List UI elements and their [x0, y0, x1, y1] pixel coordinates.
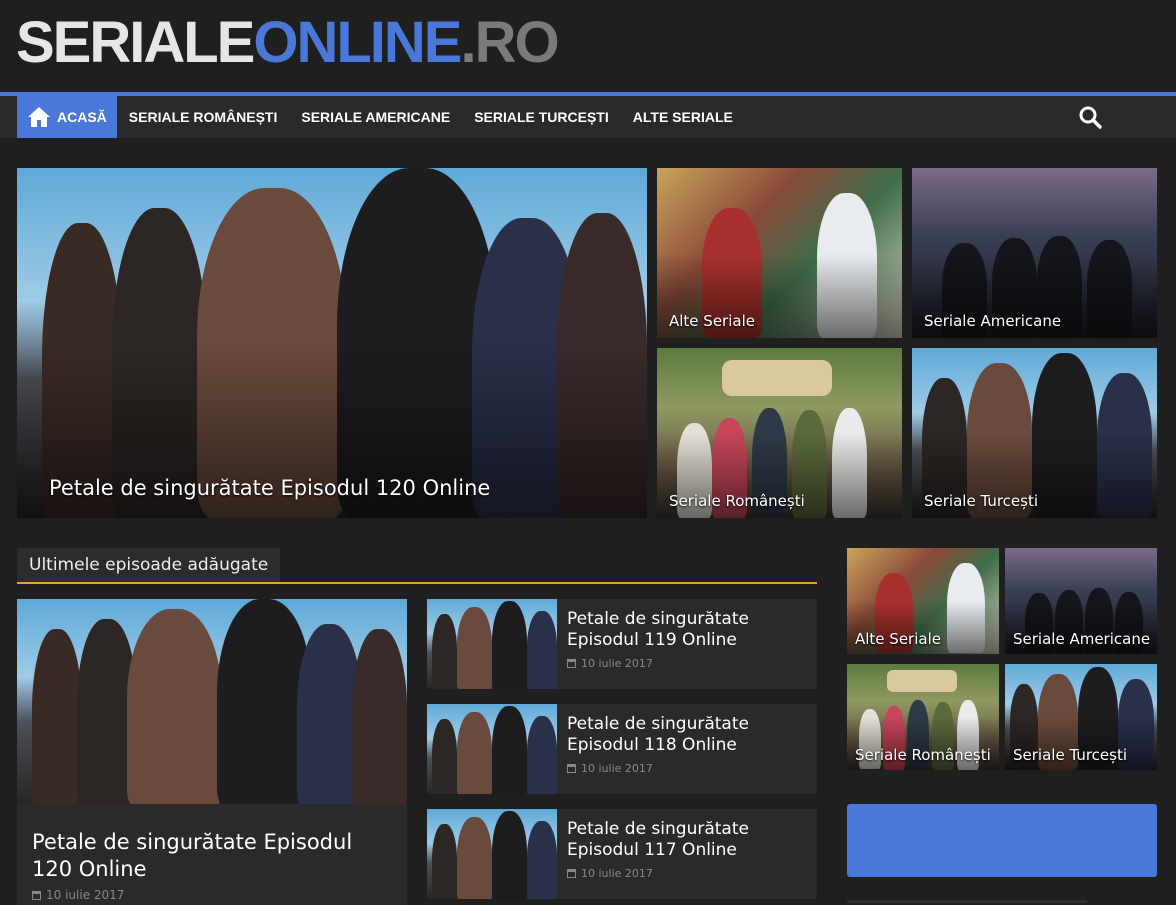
featured-tile-label: Seriale Turcești	[924, 492, 1039, 510]
calendar-icon	[567, 659, 576, 668]
featured-tile-turkish[interactable]: Seriale Turcești	[912, 348, 1157, 518]
sign	[722, 360, 832, 396]
calendar-icon	[32, 891, 41, 900]
sidebar-tile-other[interactable]: Alte Seriale	[847, 548, 999, 654]
sidebar-tile-label: Seriale Americane	[1013, 630, 1151, 648]
nav-item-romanian[interactable]: SERIALE ROMÂNEȘTI	[117, 96, 290, 138]
latest-item-thumb[interactable]	[427, 599, 557, 689]
main-nav: ACASĂ SERIALE ROMÂNEȘTI SERIALE AMERICAN…	[0, 92, 1176, 138]
latest-list-item[interactable]: Petale de singurătate Episodul 117 Onlin…	[427, 809, 817, 899]
featured-tile-label: Seriale Americane	[924, 312, 1062, 330]
nav-item-american[interactable]: SERIALE AMERICANE	[289, 96, 462, 138]
nav-item-home[interactable]: ACASĂ	[17, 96, 117, 138]
nav-item-turkish[interactable]: SERIALE TURCEȘTI	[462, 96, 621, 138]
sidebar-tile-turkish[interactable]: Seriale Turcești	[1005, 664, 1157, 770]
latest-item-date: 10 iulie 2017	[567, 657, 653, 670]
latest-item-title[interactable]: Petale de singurătate Episodul 117 Onlin…	[567, 819, 812, 861]
site-header: SERIALEONLINE.RO	[0, 0, 1176, 92]
latest-big-date: 10 iulie 2017	[32, 888, 124, 902]
sidebar-tile-american[interactable]: Seriale Americane	[1005, 548, 1157, 654]
site-logo[interactable]: SERIALEONLINE.RO	[16, 10, 560, 75]
featured-tile-label: Alte Seriale	[669, 312, 755, 330]
section-title-text: Ultimele episoade adăugate	[17, 548, 281, 582]
latest-item-date: 10 iulie 2017	[567, 867, 653, 880]
search-icon[interactable]	[1078, 105, 1102, 129]
featured-tile-romanian[interactable]: Seriale Românești	[657, 348, 902, 518]
nav-item-other[interactable]: ALTE SERIALE	[621, 96, 745, 138]
logo-part-2: ONLINE	[253, 10, 462, 75]
featured-tile-american[interactable]: Seriale Americane	[912, 168, 1157, 338]
logo-part-3: .RO	[460, 10, 560, 75]
latest-big-card[interactable]: Petale de singurătate Episodul 120 Onlin…	[17, 599, 407, 905]
latest-item-date: 10 iulie 2017	[567, 762, 653, 775]
sidebar-divider	[847, 900, 1087, 903]
calendar-icon	[567, 764, 576, 773]
featured-tile-label: Seriale Românești	[669, 492, 805, 510]
section-title: Ultimele episoade adăugate	[17, 548, 817, 584]
latest-item-title[interactable]: Petale de singurătate Episodul 119 Onlin…	[567, 609, 812, 651]
logo-part-1: SERIALE	[16, 10, 255, 75]
nav-home-label: ACASĂ	[57, 109, 107, 125]
latest-item-thumb[interactable]	[427, 704, 557, 794]
featured-main-title: Petale de singurătate Episodul 120 Onlin…	[49, 476, 491, 500]
latest-list-item[interactable]: Petale de singurătate Episodul 119 Onlin…	[427, 599, 817, 689]
latest-item-thumb[interactable]	[427, 809, 557, 899]
latest-item-title[interactable]: Petale de singurătate Episodul 118 Onlin…	[567, 714, 812, 756]
featured-main-tile[interactable]: Petale de singurătate Episodul 120 Onlin…	[17, 168, 647, 518]
sidebar-tile-romanian[interactable]: Seriale Românești	[847, 664, 999, 770]
sidebar-tile-label: Seriale Românești	[855, 746, 991, 764]
latest-list-item[interactable]: Petale de singurătate Episodul 118 Onlin…	[427, 704, 817, 794]
latest-big-title[interactable]: Petale de singurătate Episodul 120 Onlin…	[32, 829, 397, 883]
sidebar-banner[interactable]	[847, 804, 1157, 877]
home-icon	[28, 107, 50, 127]
calendar-icon	[567, 869, 576, 878]
featured-tile-other[interactable]: Alte Seriale	[657, 168, 902, 338]
sidebar-tile-label: Alte Seriale	[855, 630, 941, 648]
sidebar-tile-label: Seriale Turcești	[1013, 746, 1128, 764]
latest-big-image[interactable]	[17, 599, 407, 804]
